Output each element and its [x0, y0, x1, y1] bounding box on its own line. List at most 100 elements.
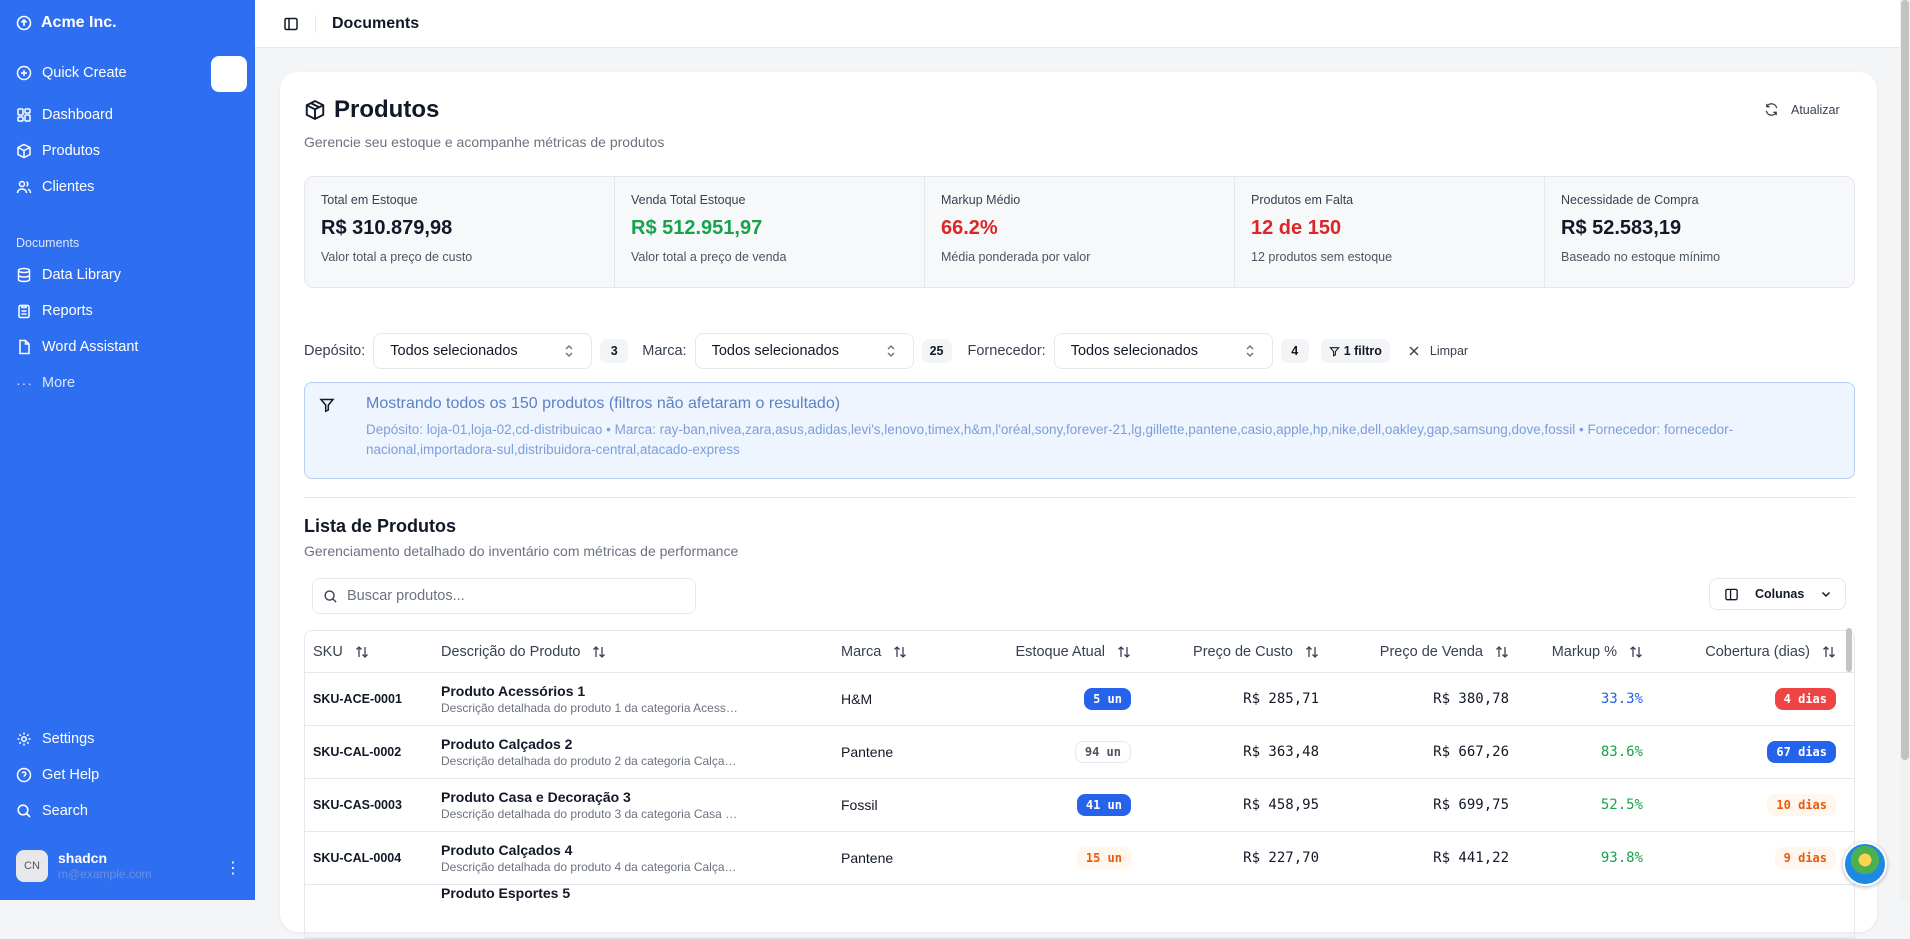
- refresh-button[interactable]: Atualizar: [1764, 102, 1840, 117]
- table-row[interactable]: SKU-CAS-0003 Produto Casa e Decoração 3 D…: [305, 779, 1854, 832]
- sort-icon: [893, 645, 907, 659]
- cell-cost: R$ 227,70: [1243, 850, 1319, 866]
- cell-cost: R$ 363,48: [1243, 744, 1319, 760]
- cell-coverage: 10 dias: [1643, 794, 1836, 816]
- sidebar-item-more[interactable]: ··· More: [16, 375, 75, 391]
- col-header-descricao[interactable]: Descrição do Produto: [441, 644, 841, 660]
- page-scrollbar-thumb[interactable]: [1901, 0, 1909, 760]
- col-header-sku[interactable]: SKU: [305, 644, 441, 660]
- cell-price: R$ 667,26: [1433, 744, 1509, 760]
- cell-markup: 33.3%: [1600, 691, 1643, 707]
- clear-filters-button[interactable]: Limpar: [1408, 344, 1468, 358]
- search-input[interactable]: Buscar produtos...: [347, 588, 465, 604]
- col-header-preco-custo[interactable]: Preço de Custo: [1131, 644, 1319, 660]
- file-icon: [16, 339, 32, 355]
- sidebar-item-dashboard[interactable]: Dashboard: [16, 107, 113, 123]
- col-header-label: Preço de Venda: [1379, 643, 1483, 660]
- product-name: Produto Casa e Decoração 3: [441, 789, 631, 805]
- marca-value: Todos selecionados: [711, 343, 839, 359]
- table-row[interactable]: SKU-ACE-0001 Produto Acessórios 1 Descriç…: [305, 673, 1854, 726]
- sidebar-item-label: Reports: [42, 303, 93, 319]
- page-heading: Produtos: [304, 96, 439, 124]
- quick-create-button[interactable]: Quick Create: [16, 65, 127, 81]
- sidebar-item-label: More: [42, 375, 76, 391]
- cell-brand: Pantene: [841, 744, 894, 760]
- metric-label: Markup Médio: [941, 193, 1021, 207]
- assistant-launcher-icon[interactable]: [1843, 842, 1887, 886]
- product-name: Produto Calçados 4: [441, 842, 573, 858]
- metric-desc: Valor total a preço de venda: [631, 250, 787, 264]
- stock-badge: 94 un: [1074, 741, 1131, 763]
- avatar: CN: [16, 850, 48, 882]
- sidebar-item-produtos[interactable]: Produtos: [16, 143, 100, 159]
- table-scrollbar[interactable]: [1846, 628, 1852, 672]
- columns-icon: [1724, 587, 1739, 602]
- cell-sku: SKU-CAL-0004: [313, 851, 402, 865]
- sidebar-item-label: Search: [42, 803, 88, 819]
- sidebar-item-settings[interactable]: Settings: [16, 731, 94, 747]
- sidebar-item-get-help[interactable]: Get Help: [16, 767, 99, 783]
- cell-coverage: 67 dias: [1643, 741, 1836, 763]
- cell-price: R$ 699,75: [1433, 797, 1509, 813]
- col-header-cobertura[interactable]: Cobertura (dias): [1643, 644, 1836, 660]
- col-header-label: Descrição do Produto: [441, 643, 581, 660]
- columns-button[interactable]: Colunas: [1709, 578, 1846, 610]
- user-name: shadcn: [58, 850, 108, 866]
- col-header-preco-venda[interactable]: Preço de Venda: [1319, 644, 1509, 660]
- sidebar: Acme Inc. Quick Create Dashboard Produto…: [0, 0, 255, 900]
- table-row[interactable]: SKU-CAL-0002 Produto Calçados 2 Descrição…: [305, 726, 1854, 779]
- metric-value: 12 de 150: [1251, 217, 1342, 239]
- coverage-badge: 10 dias: [1767, 794, 1836, 816]
- page-subtitle: Gerencie seu estoque e acompanhe métrica…: [304, 134, 665, 150]
- cell-cost: R$ 285,71: [1243, 691, 1319, 707]
- kebab-menu-icon[interactable]: ⋮: [225, 858, 241, 878]
- deposito-select[interactable]: Todos selecionados: [373, 333, 593, 369]
- cell-markup: 83.6%: [1600, 744, 1643, 760]
- page-scrollbar-track[interactable]: [1900, 0, 1910, 900]
- filter-info-alert: Mostrando todos os 150 produtos (filtros…: [304, 382, 1855, 479]
- brand[interactable]: Acme Inc.: [16, 14, 117, 32]
- brand-name: Acme Inc.: [41, 14, 117, 31]
- metric-produtos-falta: Produtos em Falta 12 de 150 12 produtos …: [1235, 177, 1545, 287]
- marca-select[interactable]: Todos selecionados: [694, 333, 914, 369]
- metric-desc: Valor total a preço de custo: [321, 250, 473, 264]
- cell-stock: 5 un: [981, 688, 1131, 710]
- col-header-estoque[interactable]: Estoque Atual: [981, 644, 1131, 660]
- col-header-label: Markup %: [1551, 643, 1617, 660]
- user-menu[interactable]: CN shadcn m@example.com ⋮: [16, 850, 244, 882]
- sidebar-item-label: Clientes: [42, 179, 95, 195]
- sort-icon: [1495, 645, 1509, 659]
- table-row[interactable]: Produto Esportes 5: [305, 885, 1854, 938]
- divider: [304, 497, 1855, 498]
- more-icon: ···: [16, 375, 33, 391]
- deposito-label: Depósito:: [304, 343, 366, 359]
- col-header-markup[interactable]: Markup %: [1509, 644, 1643, 660]
- cell-brand: Fossil: [841, 797, 878, 813]
- sidebar-toggle-icon[interactable]: [283, 16, 299, 32]
- inbox-button[interactable]: [211, 56, 247, 92]
- col-header-label: Estoque Atual: [1015, 643, 1106, 660]
- sidebar-item-reports[interactable]: Reports: [16, 303, 93, 319]
- search-box[interactable]: Buscar produtos...: [312, 578, 696, 614]
- sidebar-item-word-assistant[interactable]: Word Assistant: [16, 339, 138, 355]
- help-icon: [16, 767, 32, 783]
- sidebar-item-search[interactable]: Search: [16, 803, 88, 819]
- columns-label: Colunas: [1755, 587, 1805, 601]
- table-row[interactable]: SKU-CAL-0004 Produto Calçados 4 Descrição…: [305, 832, 1854, 885]
- col-header-marca[interactable]: Marca: [841, 644, 981, 660]
- col-header-label: Cobertura (dias): [1705, 643, 1810, 660]
- sidebar-item-data-library[interactable]: Data Library: [16, 267, 121, 283]
- fornecedor-select[interactable]: Todos selecionados: [1053, 333, 1273, 369]
- sidebar-item-clientes[interactable]: Clientes: [16, 179, 94, 195]
- deposito-count: 3: [600, 339, 629, 363]
- cell-stock: 41 un: [981, 794, 1131, 816]
- metric-markup-medio: Markup Médio 66.2% Média ponderada por v…: [925, 177, 1235, 287]
- users-icon: [16, 179, 32, 195]
- close-icon: [1408, 345, 1420, 357]
- sort-icon: [355, 645, 369, 659]
- list-title: Lista de Produtos: [304, 516, 457, 536]
- cell-description: Produto Acessórios 1 Descrição detalhada …: [441, 683, 841, 715]
- cell-description: Produto Calçados 4 Descrição detalhada do…: [441, 842, 841, 874]
- chevrons-up-down-icon: [563, 344, 575, 358]
- active-filters-label: 1 filtro: [1343, 344, 1382, 358]
